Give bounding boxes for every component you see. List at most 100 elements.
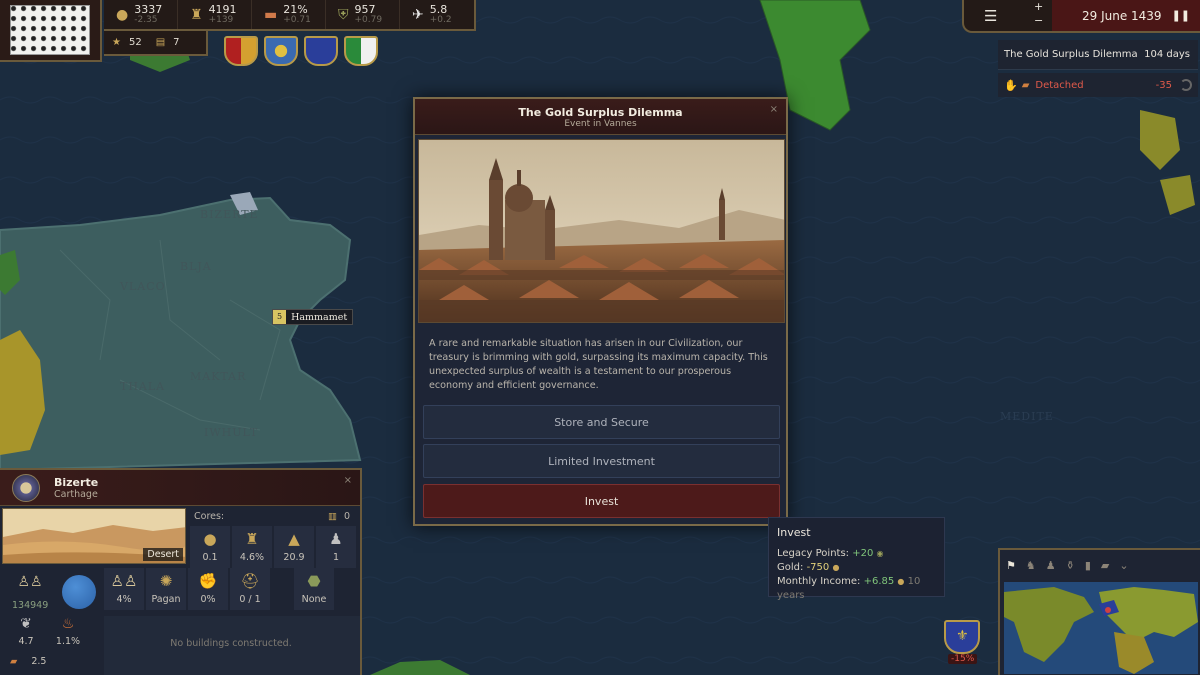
city-name: Hammamet <box>291 311 348 323</box>
event-title: The Gold Surplus Dilemma <box>518 106 683 119</box>
province-emblem-icon[interactable] <box>12 474 40 502</box>
scroll-small-icon: ▤ <box>155 37 166 48</box>
devastation-stat[interactable]: ♨ 1.1% <box>50 616 86 647</box>
supply-stat[interactable]: ▰ 2.5 <box>10 656 46 667</box>
timer-ring-icon <box>1180 79 1192 91</box>
pause-icon[interactable]: ❚❚ <box>1172 9 1190 22</box>
people-icon: ♙♙ <box>17 574 43 590</box>
speed-down-button[interactable]: − <box>1034 14 1043 28</box>
gold-delta: -2.35 <box>134 14 158 25</box>
fleur-de-lis-icon: ⚜ <box>956 628 969 644</box>
religion-tab-icon[interactable]: ⚱ <box>1066 559 1075 572</box>
event-notification-title: The Gold Surplus Dilemma <box>1004 49 1138 60</box>
no-buildings-text: No buildings constructed. <box>170 638 292 649</box>
menu-icon[interactable]: ☰ <box>984 7 997 25</box>
tooltip-income-row: Monthly Income: +6.85 ● 10 years <box>777 575 936 603</box>
fire-icon: ♨ <box>61 616 75 632</box>
tooltip-title: Invest <box>777 526 811 539</box>
map-label-vlaco: VLACO <box>119 280 166 293</box>
scroll-icon: ▬ <box>264 6 278 23</box>
prestige-delta: +0.79 <box>354 14 383 25</box>
stat-rebellion[interactable]: ✊ 0% <box>188 568 228 610</box>
province-owner[interactable]: Carthage <box>54 489 98 500</box>
stat-production-value: 4.6% <box>239 552 265 563</box>
stat-development[interactable]: ▲ 20.9 <box>274 526 314 568</box>
close-icon[interactable]: × <box>344 475 352 486</box>
terrain-label: Desert <box>143 548 183 561</box>
stars-value[interactable]: 52 <box>129 37 142 48</box>
diplomacy-tab-icon[interactable]: ▮ <box>1085 559 1091 572</box>
province-header: Bizerte Carthage × <box>0 470 360 506</box>
ally-shield-2-icon[interactable] <box>264 36 298 66</box>
option-invest[interactable]: Invest <box>423 484 780 518</box>
stat-buildings-slots[interactable]: ⛑ 0 / 1 <box>230 568 270 610</box>
date-display[interactable]: 29 June 1439 ❚❚ <box>1052 0 1200 31</box>
detached-value: -35 <box>1155 79 1172 91</box>
map-label-mediterranean: MEDITE <box>1000 410 1054 423</box>
chevron-down-icon[interactable]: ⌄ <box>1119 559 1128 572</box>
shield-crest-icon: ⛨ <box>338 6 349 23</box>
flag-tab-icon[interactable]: ⚑ <box>1006 559 1016 572</box>
prestige-value: 957 <box>354 2 376 16</box>
city-label-hammamet[interactable]: 5 Hammamet <box>272 309 354 325</box>
tooltip-gold-value: -750 <box>806 562 830 573</box>
terrain-image: Desert <box>2 508 186 564</box>
nation-flag-button[interactable] <box>0 0 102 62</box>
event-header: The Gold Surplus Dilemma Event in Vannes… <box>415 99 786 135</box>
fort-icon: ▥ <box>328 511 337 522</box>
army-tab-icon[interactable]: ♞ <box>1026 559 1036 572</box>
gold-value: 3337 <box>134 2 163 16</box>
trade-tab-icon[interactable]: ♟ <box>1046 559 1056 572</box>
current-date: 29 June 1439 <box>1081 8 1162 23</box>
event-subtitle: Event in Vannes <box>564 119 637 129</box>
minimap[interactable] <box>1004 582 1198 674</box>
option-limited-investment[interactable]: Limited Investment <box>423 444 780 478</box>
event-illustration <box>418 139 785 323</box>
stat-garrison[interactable]: ♟ 1 <box>316 526 356 568</box>
gold-coins-icon: ● <box>832 563 840 572</box>
gold-coins-icon: ● <box>897 577 905 586</box>
province-panel: Bizerte Carthage × Desert Cores: ▥ 0 ● 0… <box>0 468 362 675</box>
speed-controls: + − <box>1034 0 1043 28</box>
option-store-and-secure[interactable]: Store and Secure <box>423 405 780 439</box>
resource-legacy[interactable]: ✈ 5.8 +0.2 <box>400 0 474 29</box>
stat-tax[interactable]: ● 0.1 <box>190 526 230 568</box>
army-unit[interactable]: ⚜ -15% <box>942 620 982 668</box>
ally-shield-1-icon[interactable] <box>224 36 258 66</box>
ally-shield-3-icon[interactable] <box>304 36 338 66</box>
culture-globe-icon[interactable] <box>62 575 96 609</box>
resource-manpower[interactable]: ♜ 4191 +139 <box>178 0 252 29</box>
detached-notification[interactable]: ✋ ▰ Detached -35 <box>998 73 1198 97</box>
ally-shield-4-icon[interactable] <box>344 36 378 66</box>
stat-religion[interactable]: ✺ Pagan <box>146 568 186 610</box>
legacy-value: 5.8 <box>429 2 448 16</box>
close-icon[interactable]: × <box>770 104 778 115</box>
cores-value: 0 <box>344 511 351 522</box>
manpower-value: 4191 <box>208 2 237 16</box>
stat-trade-good[interactable]: ⬣ None <box>294 568 334 610</box>
event-notification[interactable]: The Gold Surplus Dilemma 104 days <box>998 40 1198 70</box>
stat-production[interactable]: ♜ 4.6% <box>232 526 272 568</box>
city-painting-icon <box>419 140 784 322</box>
resource-gold[interactable]: ● 3337 -2.35 <box>104 0 178 29</box>
map-label-thala: THALA <box>120 380 165 393</box>
building-icon: ▲ <box>288 530 300 548</box>
flag-small-icon: ▰ <box>1021 79 1030 91</box>
population-stat[interactable]: ♙♙ <box>10 574 50 594</box>
population-value: 134949 <box>12 600 49 611</box>
growth-stat[interactable]: ❦ 4.7 <box>8 616 44 647</box>
stat-unrest[interactable]: ♙♙ 4% <box>104 568 144 610</box>
resource-stability[interactable]: ▬ 21% +0.71 <box>252 0 326 29</box>
event-description: A rare and remarkable situation has aris… <box>429 338 768 391</box>
scrolls-value[interactable]: 7 <box>173 37 179 48</box>
army-shield-icon: ⚜ <box>944 620 980 654</box>
map-label-iwhult: IWHULT <box>204 426 258 439</box>
secondary-resource-bar: ★ 52 ▤ 7 <box>104 31 208 56</box>
resource-prestige[interactable]: ⛨ 957 +0.79 <box>326 0 400 29</box>
manpower-delta: +139 <box>208 14 234 25</box>
minimap-panel: ⚑ ♞ ♟ ⚱ ▮ ▰ ⌄ <box>998 548 1200 675</box>
invest-tooltip: Invest Legacy Points: +20 ◉ Gold: -750 ●… <box>768 517 945 601</box>
speed-up-button[interactable]: + <box>1034 0 1043 14</box>
economy-tab-icon[interactable]: ▰ <box>1101 559 1109 572</box>
stat-trade-good-value: None <box>301 594 327 605</box>
